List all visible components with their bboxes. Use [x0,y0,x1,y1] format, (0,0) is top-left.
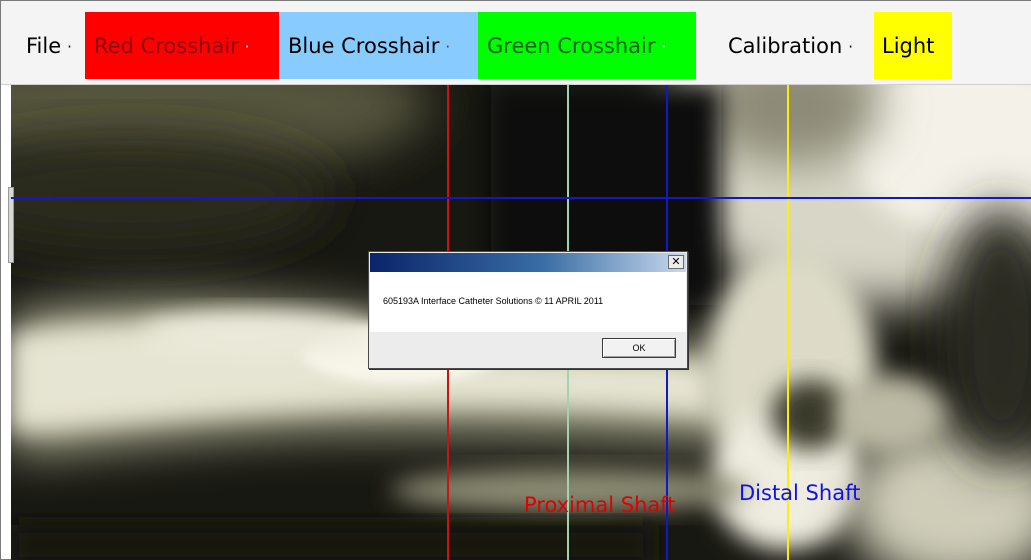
proximal-shaft-label: Proximal Shaft [524,493,676,517]
menu-red-crosshair-label: Red Crosshair [94,33,239,58]
app-window: File · Red Crosshair · Blue Crosshair · … [0,0,1031,560]
menu-green-crosshair[interactable]: Green Crosshair · [478,12,696,79]
menu-calibration-label: Calibration [728,33,843,58]
dialog-body: 605193A Interface Catheter Solutions © 1… [370,272,686,332]
menu-blue-crosshair-label: Blue Crosshair [288,33,440,58]
menu-calibration-arrow-icon: · [848,37,854,56]
menu-green-crosshair-arrow-icon: · [661,37,667,56]
menu-light[interactable]: Light [874,12,952,79]
menu-calibration[interactable]: Calibration · [728,12,874,79]
close-icon[interactable]: ✕ [668,255,684,269]
menu-blue-crosshair[interactable]: Blue Crosshair · [279,12,478,79]
menu-light-label: Light [882,33,935,58]
menu-file[interactable]: File · [26,12,85,79]
dialog-title-bar[interactable]: ✕ [370,253,686,272]
distal-shaft-label: Distal Shaft [739,481,861,505]
menu-blue-crosshair-arrow-icon: · [445,37,451,56]
menu-green-crosshair-label: Green Crosshair [487,33,656,58]
menu-file-arrow-icon: · [67,37,72,56]
menu-bar: File · Red Crosshair · Blue Crosshair · … [1,1,1031,85]
dialog-message: 605193A Interface Catheter Solutions © 1… [383,296,604,306]
blue-crosshair-horizontal-line[interactable] [11,197,1031,199]
menu-red-crosshair[interactable]: Red Crosshair · [85,12,279,79]
about-dialog: ✕ 605193A Interface Catheter Solutions ©… [368,251,688,369]
menu-file-label: File [26,33,62,58]
ok-button[interactable]: OK [602,338,676,358]
menu-red-crosshair-arrow-icon: · [244,37,250,56]
